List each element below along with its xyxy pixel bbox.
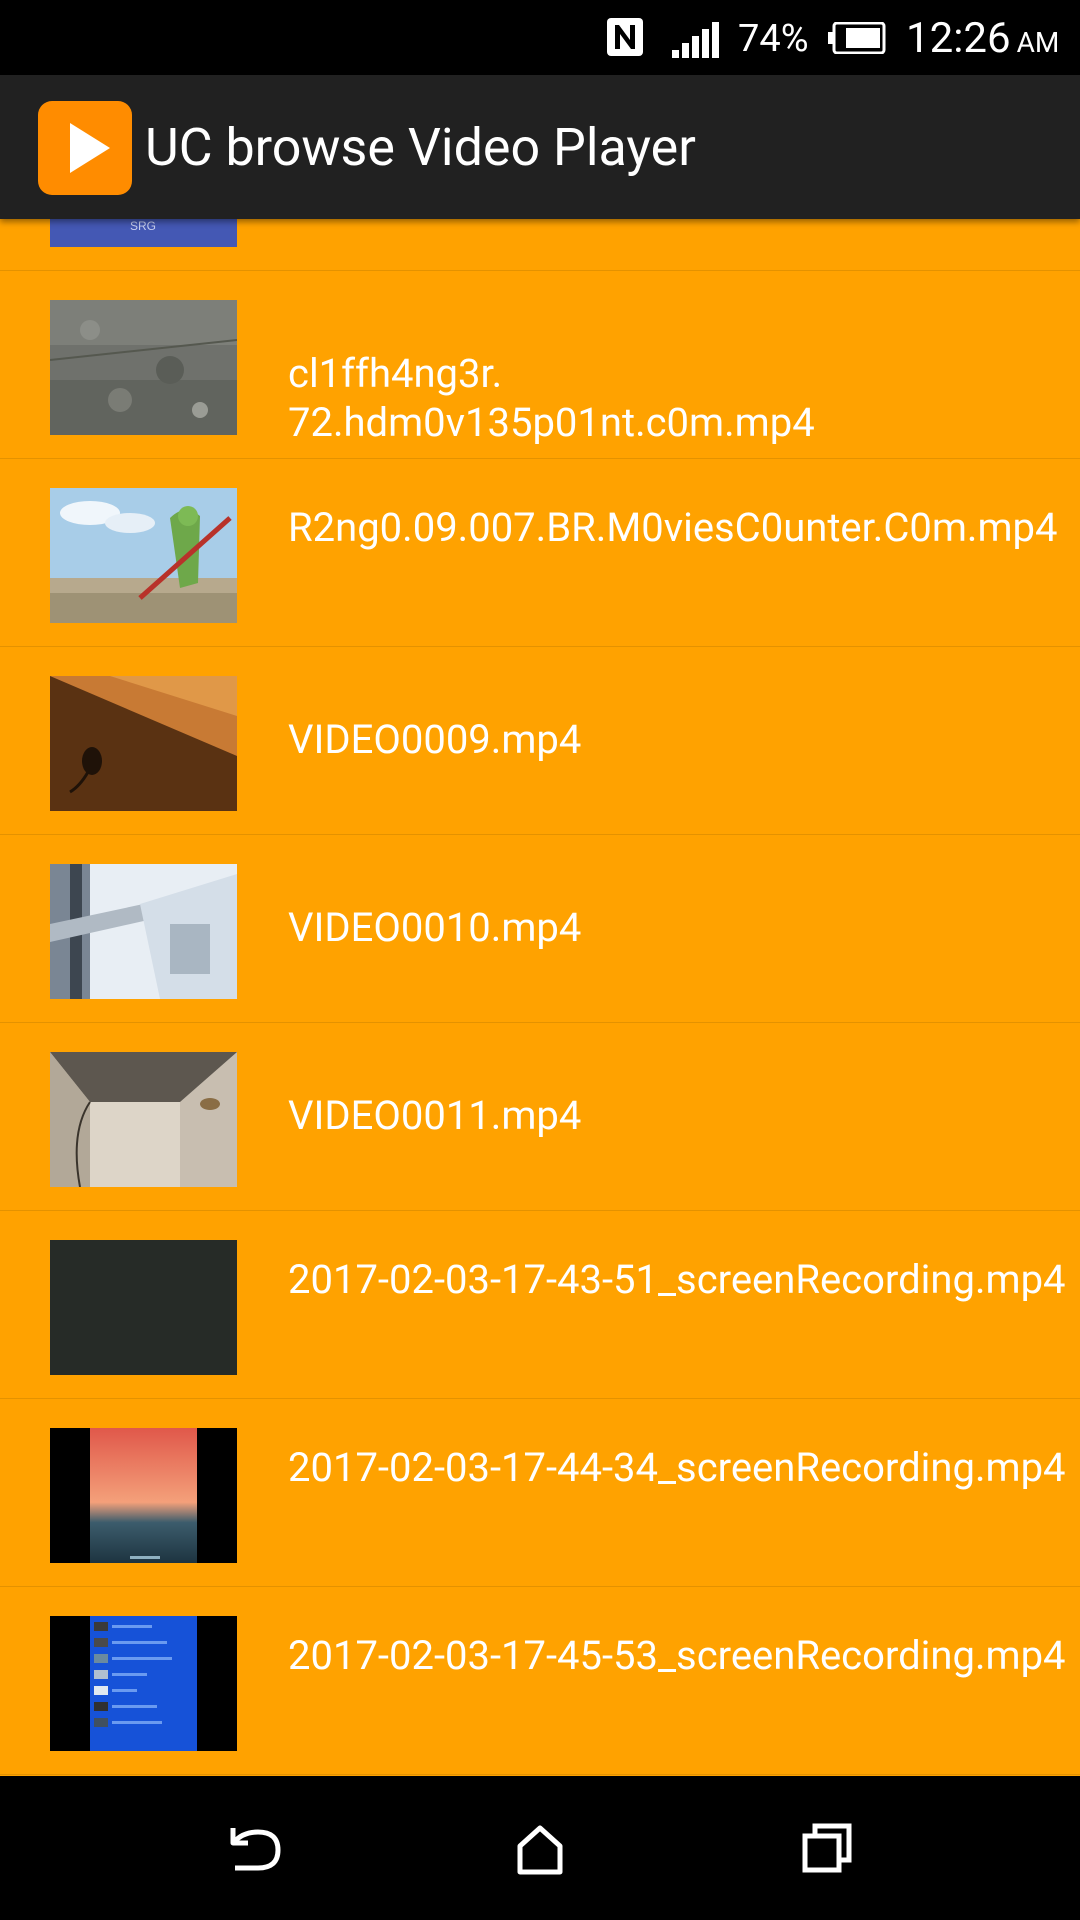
battery-icon [828,21,886,55]
video-list[interactable]: SRG cl1ffh4ng3r. 72.hdm0v135p01nt.c0m.mp… [0,219,1080,1776]
home-icon [517,1825,563,1875]
app-bar: UC browse Video Player [0,75,1080,219]
clock-ampm: AM [1016,26,1060,59]
back-button[interactable] [203,1798,303,1898]
video-name: 2017-02-03-17-44-34_screenRecording.mp4 [288,1444,1066,1491]
clock-time: 12:26 [906,14,1011,63]
video-list-item[interactable]: SRG [0,219,1080,271]
home-button[interactable] [490,1798,590,1898]
video-thumbnail [50,1428,237,1563]
video-thumbnail [50,676,237,811]
video-list-item[interactable]: 2017-02-03-17-43-51_screenRecording.mp4 [0,1211,1080,1399]
video-name: 2017-02-03-17-45-53_screenRecording.mp4 [288,1632,1066,1679]
status-bar: 74% 12:26 AM [0,0,1080,75]
app-logo[interactable] [38,101,132,195]
video-thumbnail [50,488,237,623]
clock: 12:26 AM [906,12,1059,70]
video-name: VIDEO0011.mp4 [288,1092,582,1139]
video-name: cl1ffh4ng3r. 72.hdm0v135p01nt.c0m.mp4 [288,349,1068,447]
app-title: UC browse Video Player [145,117,696,178]
video-thumbnail [50,1052,237,1187]
video-list-item[interactable]: VIDEO0009.mp4 [0,647,1080,835]
video-list-item[interactable]: VIDEO0010.mp4 [0,835,1080,1023]
video-thumbnail [50,1616,237,1751]
recents-icon [802,1823,852,1873]
video-name: 2017-02-03-17-43-51_screenRecording.mp4 [288,1256,1066,1303]
video-list-item[interactable]: R2ng0.09.007.BR.M0viesC0unter.C0m.mp4 [0,459,1080,647]
recents-button[interactable] [777,1798,877,1898]
video-name: VIDEO0010.mp4 [288,904,582,951]
video-thumbnail [50,1240,237,1375]
back-icon [230,1828,281,1871]
play-icon [70,123,110,173]
video-list-item[interactable]: VIDEO0011.mp4 [0,1023,1080,1211]
video-list-item[interactable]: 2017-02-03-17-44-34_screenRecording.mp4 [0,1399,1080,1587]
video-list-item[interactable]: cl1ffh4ng3r. 72.hdm0v135p01nt.c0m.mp4 [0,271,1080,459]
navigation-bar [0,1776,1080,1920]
battery-percent: 74% [738,17,809,61]
video-thumbnail: SRG [50,219,237,247]
video-name: VIDEO0009.mp4 [288,716,582,763]
video-thumbnail [50,864,237,999]
video-name: R2ng0.09.007.BR.M0viesC0unter.C0m.mp4 [288,504,1058,551]
video-name-text: cl1ffh4ng3r. 72.hdm0v135p01nt.c0m.mp4 [288,350,815,446]
svg-text:SRG: SRG [130,219,156,233]
nfc-icon [605,16,645,58]
video-thumbnail [50,300,237,435]
video-list-item[interactable]: 2017-02-03-17-45-53_screenRecording.mp4 [0,1587,1080,1775]
signal-icon [672,22,722,58]
